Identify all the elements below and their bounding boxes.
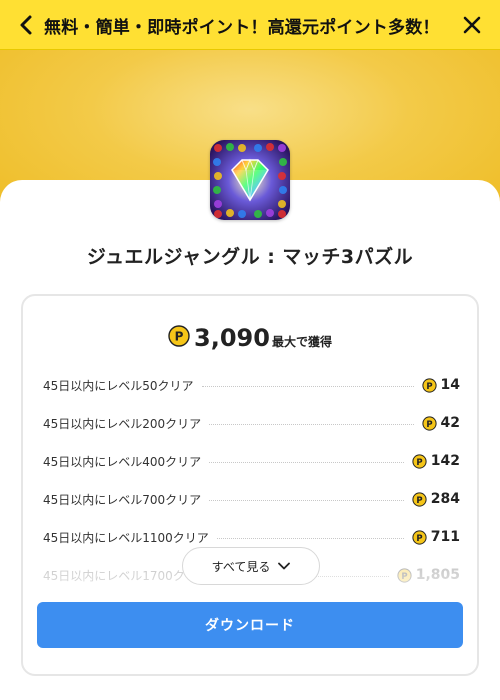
point-coin-icon: P [412,491,427,507]
top-bar: 無料・簡単・即時ポイント！高還元ポイント多数！ [0,0,500,50]
download-label: ダウンロード [205,618,295,634]
task-row: 45日以内にレベル200クリア P 42 [43,404,460,442]
svg-text:P: P [426,419,432,429]
task-points-value: 14 [440,377,460,393]
offer-card: P 3,090 最大で獲得 45日以内にレベル50クリア P 14 45日以内にレベル2… [21,294,479,676]
header-title: 無料・簡単・即時ポイント！高還元ポイント多数！ [44,18,440,38]
svg-text:P: P [426,381,432,391]
svg-text:P: P [416,533,422,543]
dotted-leader [209,423,414,425]
svg-text:P: P [416,495,422,505]
app-title: ジュエルジャングル : マッチ3パズル [86,246,414,268]
point-coin-icon: P [421,415,437,431]
dotted-leader [201,385,414,387]
task-points-value: 42 [440,415,460,431]
dotted-leader [209,461,404,463]
task-points-value: 711 [430,529,460,545]
point-coin-icon: P [168,325,190,351]
point-coin-icon: P [412,453,427,469]
svg-text:P: P [175,330,184,344]
task-label: 45日以内にレベル50クリア [43,378,194,393]
task-row: 45日以内にレベル400クリア P 142 [43,442,460,480]
task-points: P 711 [412,529,460,545]
total-points-suffix: 最大で獲得 [271,334,332,349]
task-label: 45日以内にレベル200クリア [43,416,202,431]
see-all-button[interactable]: すべて見る [182,547,320,585]
task-row: 45日以内にレベル700クリア P 284 [43,480,460,518]
total-points: P 3,090 最大で獲得 [23,324,477,352]
point-coin-icon: P [421,377,437,393]
task-row: 45日以内にレベル50クリア P 14 [43,366,460,404]
task-points-value: 142 [430,453,460,469]
see-all-label: すべて見る [211,559,271,574]
task-points: P 14 [421,377,460,393]
svg-text:P: P [416,457,422,467]
dotted-leader [216,537,404,539]
chevron-down-icon [278,562,291,570]
task-label: 45日以内にレベル1100クリア [43,530,209,545]
task-points: P 142 [412,453,460,469]
dotted-leader [209,499,404,501]
task-label: 45日以内にレベル700クリア [43,492,202,507]
task-points-value: 284 [430,491,460,507]
download-button[interactable]: ダウンロード [37,602,463,648]
close-icon[interactable] [462,15,482,35]
task-label: 45日以内にレベル400クリア [43,454,202,469]
back-chevron-icon[interactable] [16,14,38,36]
task-points: P 284 [412,491,460,507]
total-points-value: 3,090 [194,324,270,352]
task-points: P 42 [421,415,460,431]
point-coin-icon: P [412,529,427,545]
app-icon [210,140,290,220]
